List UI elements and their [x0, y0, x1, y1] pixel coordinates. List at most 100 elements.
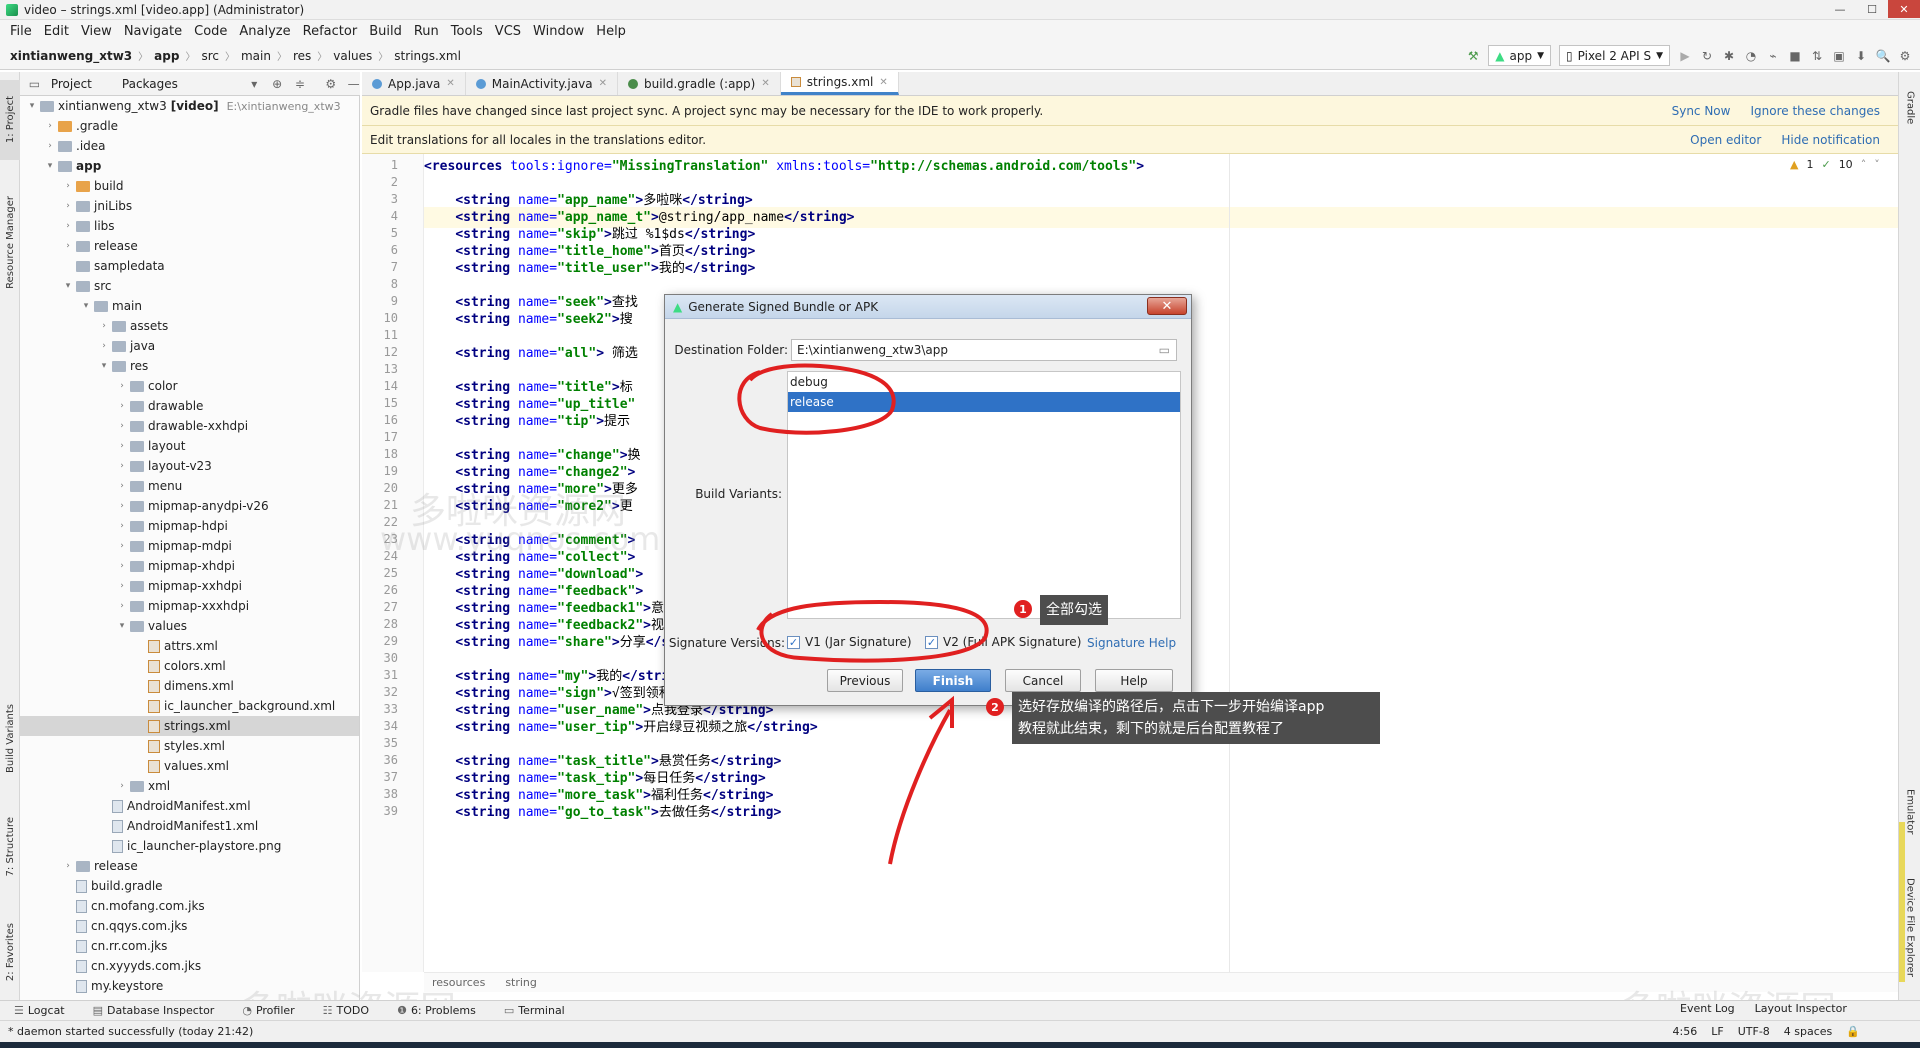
expand-arrow-icon[interactable]: ›: [62, 241, 74, 251]
tree-item[interactable]: ▾ app: [20, 156, 359, 176]
tree-item[interactable]: cn.xyyyds.com.jks: [20, 956, 359, 976]
tree-item[interactable]: styles.xml: [20, 736, 359, 756]
tree-item[interactable]: strings.xml: [20, 716, 359, 736]
lock-icon[interactable]: 🔒: [1846, 1025, 1860, 1038]
breadcrumb-item[interactable]: src: [201, 49, 219, 63]
tree-item[interactable]: › layout: [20, 436, 359, 456]
gear-icon[interactable]: ⚙: [324, 77, 337, 91]
menu-vcs[interactable]: VCS: [489, 24, 527, 39]
run-config-select[interactable]: ▲ app ▼: [1488, 45, 1552, 66]
expand-arrow-icon[interactable]: ›: [116, 441, 128, 451]
help-button[interactable]: Help: [1095, 669, 1173, 692]
expand-arrow-icon[interactable]: ▾: [98, 361, 110, 371]
bottom-tool-button[interactable]: ☷ TODO: [309, 1004, 383, 1017]
tool-tab-build-variants[interactable]: Build Variants: [0, 688, 20, 788]
menu-edit[interactable]: Edit: [38, 24, 75, 39]
v1-signature-checkbox[interactable]: ✓ V1 (Jar Signature): [787, 635, 912, 649]
previous-button[interactable]: Previous: [827, 669, 903, 692]
locate-icon[interactable]: ⊕: [271, 77, 284, 91]
expand-arrow-icon[interactable]: ›: [116, 421, 128, 431]
close-icon[interactable]: ✕: [879, 77, 887, 88]
hide-icon[interactable]: —: [347, 77, 360, 91]
cancel-button[interactable]: Cancel: [1005, 669, 1081, 692]
bottom-tool-button[interactable]: ◔ Profiler: [228, 1004, 308, 1017]
editor-tab[interactable]: strings.xml ✕: [780, 72, 899, 95]
hammer-icon[interactable]: ⚒: [1466, 49, 1480, 63]
dialog-close-button[interactable]: ✕: [1147, 297, 1187, 315]
tree-item[interactable]: ic_launcher-playstore.png: [20, 836, 359, 856]
expand-arrow-icon[interactable]: ▾: [116, 621, 128, 631]
chevron-down-icon[interactable]: ˅: [1874, 158, 1880, 171]
signature-help-link[interactable]: Signature Help: [1087, 636, 1176, 650]
expand-arrow-icon[interactable]: ›: [116, 501, 128, 511]
profile-icon[interactable]: ◔: [1744, 49, 1758, 63]
tree-item[interactable]: cn.qqys.com.jks: [20, 916, 359, 936]
expand-arrow-icon[interactable]: ›: [98, 341, 110, 351]
expand-arrow-icon[interactable]: ›: [116, 541, 128, 551]
destination-folder-field[interactable]: E:\xintianweng_xtw3\app ▭: [791, 339, 1177, 361]
breadcrumb-item[interactable]: strings.xml: [394, 49, 461, 63]
bottom-tool-button[interactable]: ☰ Logcat: [0, 1004, 79, 1017]
editor-crumb-resources[interactable]: resources: [432, 976, 485, 989]
expand-arrow-icon[interactable]: ›: [116, 481, 128, 491]
expand-arrow-icon[interactable]: ›: [62, 221, 74, 231]
editor-crumb-string[interactable]: string: [505, 976, 537, 989]
close-icon[interactable]: ✕: [761, 78, 769, 89]
packages-tab[interactable]: Packages: [122, 77, 178, 91]
tree-item[interactable]: cn.mofang.com.jks: [20, 896, 359, 916]
tree-item[interactable]: › color: [20, 376, 359, 396]
menu-window[interactable]: Window: [527, 24, 590, 39]
tree-item[interactable]: ▾ src: [20, 276, 359, 296]
close-icon[interactable]: ✕: [446, 78, 454, 89]
device-select[interactable]: ▯ Pixel 2 API S ▼: [1559, 45, 1670, 66]
tree-item[interactable]: ic_launcher_background.xml: [20, 696, 359, 716]
tree-item[interactable]: attrs.xml: [20, 636, 359, 656]
menu-view[interactable]: View: [75, 24, 118, 39]
bottom-tool-button[interactable]: ▭ Terminal: [490, 1004, 579, 1017]
inspection-widget[interactable]: ▲ 1 ✓ 10 ˄ ˅: [1790, 158, 1880, 171]
ignore-changes-link[interactable]: Ignore these changes: [1750, 104, 1880, 118]
sync-icon[interactable]: ⇅: [1810, 49, 1824, 63]
open-editor-link[interactable]: Open editor: [1690, 133, 1761, 147]
expand-arrow-icon[interactable]: ›: [44, 141, 56, 151]
expand-arrow-icon[interactable]: ▾: [80, 301, 92, 311]
tree-item[interactable]: › mipmap-mdpi: [20, 536, 359, 556]
breadcrumb-item[interactable]: values: [333, 49, 372, 63]
folder-browse-icon[interactable]: ▭: [1159, 343, 1170, 357]
expand-arrow-icon[interactable]: ›: [116, 401, 128, 411]
tree-item[interactable]: › jniLibs: [20, 196, 359, 216]
variant-item-debug[interactable]: debug: [788, 372, 1180, 392]
v2-signature-checkbox[interactable]: ✓ V2 (Full APK Signature): [925, 635, 1081, 649]
tree-item[interactable]: my.keystore: [20, 976, 359, 996]
tree-item[interactable]: › libs: [20, 216, 359, 236]
tool-tab-gradle[interactable]: Gradle: [1899, 78, 1920, 138]
search-icon[interactable]: 🔍: [1876, 49, 1891, 63]
collapse-icon[interactable]: ≑: [294, 77, 307, 91]
menu-run[interactable]: Run: [408, 24, 445, 39]
menu-file[interactable]: File: [4, 24, 38, 39]
expand-arrow-icon[interactable]: ›: [116, 521, 128, 531]
tree-item[interactable]: AndroidManifest.xml: [20, 796, 359, 816]
tree-item[interactable]: › drawable: [20, 396, 359, 416]
line-separator[interactable]: LF: [1711, 1025, 1723, 1038]
tree-item[interactable]: › .gradle: [20, 116, 359, 136]
apply-changes-icon[interactable]: ↻: [1700, 49, 1714, 63]
variant-item-release[interactable]: release: [788, 392, 1180, 412]
tree-item[interactable]: › mipmap-xxxhdpi: [20, 596, 359, 616]
breadcrumb-item[interactable]: res: [293, 49, 311, 63]
expand-arrow-icon[interactable]: ›: [116, 601, 128, 611]
tree-item[interactable]: values.xml: [20, 756, 359, 776]
file-encoding[interactable]: UTF-8: [1738, 1025, 1770, 1038]
debug-icon[interactable]: ✱: [1722, 49, 1736, 63]
tool-tab-favorites[interactable]: 2: Favorites: [0, 912, 20, 992]
expand-arrow-icon[interactable]: ›: [116, 581, 128, 591]
finish-button[interactable]: Finish: [915, 669, 991, 692]
menu-build[interactable]: Build: [363, 24, 408, 39]
chevron-down-icon[interactable]: ▾: [248, 77, 261, 91]
tool-tab-structure[interactable]: 7: Structure: [0, 802, 20, 892]
minimize-button[interactable]: —: [1824, 0, 1856, 18]
breadcrumb-item[interactable]: main: [241, 49, 271, 63]
tree-item[interactable]: › xml: [20, 776, 359, 796]
editor-tab[interactable]: MainActivity.java ✕: [466, 72, 618, 95]
tree-item[interactable]: › mipmap-xxhdpi: [20, 576, 359, 596]
